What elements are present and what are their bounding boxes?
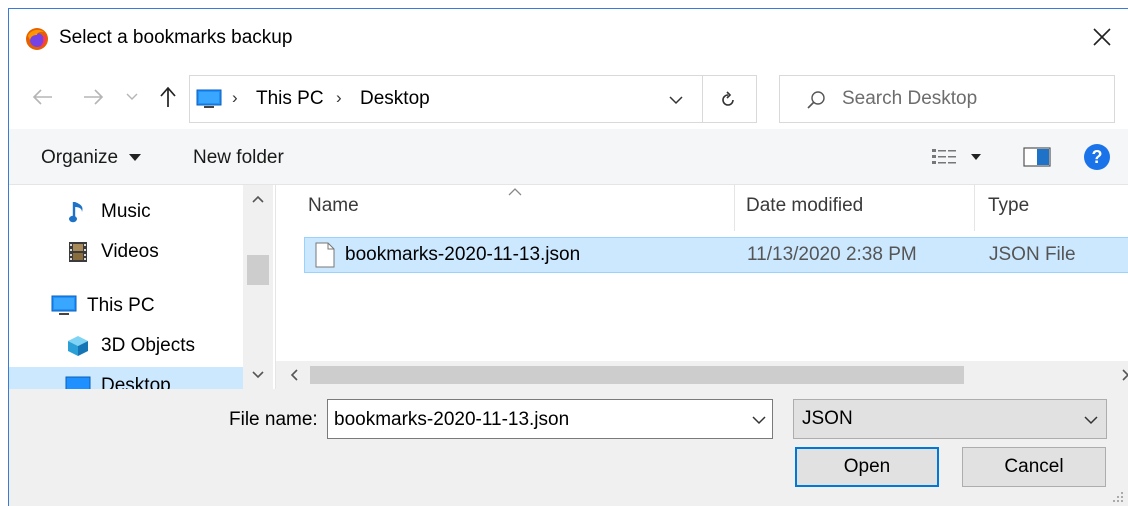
toolbar: Organize New folder ? <box>9 129 1128 185</box>
scroll-right-arrow[interactable] <box>1116 365 1128 385</box>
file-dialog: Select a bookmarks backup › This PC › De… <box>8 8 1128 506</box>
file-name-label: File name: <box>229 409 318 430</box>
refresh-icon <box>722 91 734 106</box>
divider <box>702 76 703 122</box>
column-divider <box>734 185 735 231</box>
preview-pane-button[interactable] <box>1023 147 1051 173</box>
file-name-cell: bookmarks-2020-11-13.json <box>345 244 581 265</box>
chevron-down-icon[interactable] <box>752 416 766 425</box>
address-bar[interactable]: › This PC › Desktop <box>189 75 757 123</box>
computer-icon <box>196 89 222 108</box>
address-row: › This PC › Desktop <box>9 65 1128 129</box>
help-icon: ? <box>1084 144 1110 170</box>
nav-item-label: 3D Objects <box>101 335 195 356</box>
view-options-button[interactable] <box>931 147 981 173</box>
nav-item-label: Music <box>101 201 151 222</box>
nav-item-music[interactable]: Music <box>65 193 235 231</box>
chevron-down-icon <box>669 95 683 104</box>
nav-item-label: Desktop <box>101 375 171 389</box>
caret-down-icon <box>129 153 142 161</box>
column-divider <box>974 185 975 231</box>
computer-icon <box>51 294 77 318</box>
nav-item-desktop[interactable]: Desktop <box>9 367 243 389</box>
new-folder-button[interactable]: New folder <box>193 147 284 169</box>
back-button[interactable] <box>31 85 55 109</box>
file-name-input[interactable] <box>334 408 734 432</box>
file-type-cell: JSON File <box>989 244 1076 265</box>
file-icon <box>315 242 335 268</box>
horizontal-scrollbar[interactable] <box>276 361 1128 389</box>
file-row[interactable]: bookmarks-2020-11-13.json 11/13/2020 2:3… <box>304 237 1128 273</box>
svg-text:?: ? <box>1092 147 1103 167</box>
chevron-down-icon <box>126 93 138 100</box>
nav-scrollbar[interactable] <box>243 185 273 389</box>
title-bar: Select a bookmarks backup <box>9 9 1128 65</box>
cube-icon <box>65 334 91 358</box>
breadcrumb-separator: › <box>232 88 238 107</box>
details-view-icon <box>932 149 981 164</box>
nav-item-label: This PC <box>87 295 155 316</box>
arrow-up-icon <box>160 86 176 107</box>
organize-button[interactable]: Organize <box>41 147 142 169</box>
firefox-icon <box>26 28 48 50</box>
recent-locations-button[interactable] <box>123 85 141 109</box>
desktop-icon <box>65 374 91 389</box>
horizontal-scrollbar-thumb[interactable] <box>310 366 964 384</box>
file-type-select[interactable]: JSON <box>793 399 1107 439</box>
column-header-date-modified[interactable]: Date modified <box>746 195 863 217</box>
chevron-up-icon <box>252 195 264 203</box>
address-dropdown-button[interactable] <box>665 89 687 111</box>
dialog-title: Select a bookmarks backup <box>59 27 293 48</box>
dialog-footer: File name: JSON Open Cancel <box>9 389 1128 506</box>
breadcrumb-separator: › <box>336 88 342 107</box>
file-list: Name Date modified Type bookmarks-2020-1… <box>275 185 1128 389</box>
chevron-down-icon <box>252 371 264 379</box>
close-icon <box>1093 28 1111 46</box>
forward-button[interactable] <box>81 85 105 109</box>
film-icon <box>65 240 91 264</box>
search-box[interactable] <box>779 75 1115 123</box>
nav-item-this-pc[interactable]: This PC <box>51 287 241 325</box>
preview-pane-icon <box>1023 147 1051 167</box>
chevron-right-icon <box>1122 369 1128 381</box>
up-button[interactable] <box>157 85 179 109</box>
nav-item-videos[interactable]: Videos <box>65 233 235 271</box>
sort-ascending-icon <box>508 188 522 196</box>
search-input[interactable] <box>842 86 1102 112</box>
chevron-down-icon <box>1084 416 1098 425</box>
refresh-button[interactable] <box>715 87 741 113</box>
scroll-down-arrow[interactable] <box>247 365 269 385</box>
scroll-left-arrow[interactable] <box>284 365 304 385</box>
chevron-left-icon <box>290 369 298 381</box>
organize-label: Organize <box>41 147 119 168</box>
nav-item-3d-objects[interactable]: 3D Objects <box>65 327 235 365</box>
arrow-left-icon <box>32 89 52 105</box>
breadcrumb-this-pc[interactable]: This PC <box>256 88 324 110</box>
search-icon <box>807 91 825 109</box>
scroll-up-arrow[interactable] <box>247 189 269 209</box>
breadcrumb-desktop[interactable]: Desktop <box>360 88 430 110</box>
file-name-combobox[interactable] <box>327 399 773 439</box>
close-button[interactable] <box>1076 9 1128 65</box>
file-type-value: JSON <box>802 408 853 429</box>
column-header-type[interactable]: Type <box>988 195 1029 217</box>
help-button[interactable]: ? <box>1083 143 1111 177</box>
nav-item-label: Videos <box>101 241 159 262</box>
navigation-pane: Music Videos This PC 3D Objects Desktop <box>9 185 275 389</box>
music-note-icon <box>65 200 91 224</box>
arrow-right-icon <box>84 89 104 105</box>
resize-grip-icon[interactable] <box>1112 491 1124 503</box>
nav-scrollbar-thumb[interactable] <box>247 255 269 285</box>
file-date-cell: 11/13/2020 2:38 PM <box>747 244 917 265</box>
column-header-name[interactable]: Name <box>308 195 359 217</box>
open-button[interactable]: Open <box>795 447 939 487</box>
cancel-button[interactable]: Cancel <box>962 447 1106 487</box>
